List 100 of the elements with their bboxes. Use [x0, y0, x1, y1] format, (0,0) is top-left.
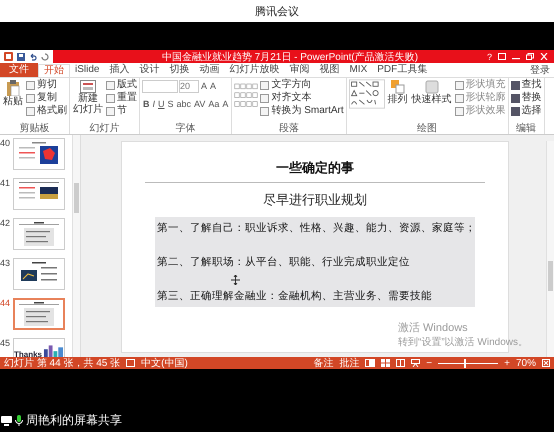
zoom-out-button[interactable]: − — [426, 358, 432, 368]
ribbon-button[interactable]: 格式刷 — [26, 105, 67, 117]
slide-thumbnail[interactable] — [13, 298, 65, 330]
ribbon-tab[interactable]: MIX — [344, 63, 372, 77]
ribbon-display-icon[interactable] — [498, 53, 506, 60]
slide-number: 40 — [0, 138, 12, 148]
ribbon-tab[interactable]: 审阅 — [284, 63, 314, 77]
ribbon-button[interactable]: 转换为 SmartArt — [260, 105, 344, 117]
ribbon-button[interactable]: 查找 — [510, 79, 542, 91]
slide-thumbnail[interactable] — [13, 218, 65, 250]
slide-counter: 幻灯片 第 44 张，共 45 张 — [4, 357, 120, 370]
zoom-level[interactable]: 70% — [516, 358, 536, 368]
slide-number: 41 — [0, 178, 12, 188]
ribbon-button[interactable]: 节 — [106, 105, 137, 117]
font-style-button[interactable]: AV — [193, 98, 206, 110]
notes-button[interactable]: 备注 — [313, 356, 334, 370]
group-label: 剪贴板 — [18, 123, 50, 134]
font-size-field[interactable]: 20 — [179, 80, 199, 92]
save-icon[interactable] — [17, 52, 25, 60]
ribbon-button[interactable]: 对齐文本 — [260, 92, 344, 104]
paste-button[interactable]: 粘贴 — [2, 79, 24, 108]
reading-view-icon[interactable] — [396, 359, 406, 367]
comments-button[interactable]: 批注 — [339, 356, 360, 370]
font-style-button[interactable]: A — [221, 98, 230, 110]
restore-icon[interactable] — [526, 53, 534, 60]
group-label: 绘图 — [416, 123, 438, 134]
slide-number: 43 — [0, 258, 12, 268]
ribbon-button[interactable]: 形状轮廓 — [454, 92, 506, 104]
font-style-button[interactable]: Aa — [207, 98, 220, 110]
text-slide-drawing — [16, 301, 62, 327]
slideshow-icon[interactable] — [411, 359, 420, 367]
activation-hint: 转到“设置”以激活 Windows。 — [398, 336, 528, 349]
shapes-gallery-icon[interactable] — [348, 79, 385, 109]
slide-thumbnail[interactable] — [13, 138, 65, 170]
login-link[interactable]: 登录 — [530, 63, 554, 77]
group-label: 字体 — [174, 123, 197, 134]
undo-icon[interactable] — [29, 52, 37, 60]
ribbon-button[interactable]: 剪切 — [26, 79, 67, 91]
window-title: 腾讯会议 — [255, 4, 299, 18]
ribbon-tab[interactable]: 动画 — [194, 63, 224, 77]
ribbon-button[interactable]: 复制 — [26, 92, 67, 104]
ribbon-button[interactable]: 选择 — [510, 105, 542, 117]
font-size-button[interactable]: A — [209, 80, 218, 92]
ribbon-button[interactable]: 替换 — [510, 92, 542, 104]
scrollbar[interactable] — [546, 141, 554, 357]
language-label[interactable]: 中文(中国) — [141, 356, 188, 370]
document-title: 中国金融业就业趋势 7月21日 - PowerPoint(产品激活失败) — [160, 50, 418, 64]
ribbon-button[interactable]: 形状效果 — [454, 105, 506, 117]
quick-styles-button[interactable]: 快速样式 — [410, 79, 453, 106]
arrange-icon — [390, 80, 405, 94]
file-tab[interactable]: 文件 — [0, 63, 38, 77]
microphone-icon — [15, 415, 23, 426]
bullet-text: 第三、正确理解金融业：金融机构、主营业务、需要技能 — [157, 289, 433, 303]
ribbon-tab[interactable]: 开始 — [38, 64, 70, 76]
font-style-button[interactable]: U — [157, 98, 166, 110]
ribbon-tab[interactable]: 幻灯片放映 — [224, 63, 284, 77]
ribbon-button[interactable]: 版式 — [106, 79, 137, 91]
group-label: 段落 — [278, 123, 300, 134]
close-icon[interactable] — [540, 53, 548, 60]
help-button[interactable]: ? — [486, 52, 492, 62]
ribbon-tab[interactable]: 切换 — [164, 63, 194, 77]
bullet-text: 第二、了解职场：从平台、职能、行业完成职业定位 — [157, 255, 411, 269]
ribbon-tab[interactable]: 设计 — [134, 63, 164, 77]
slide-thumbnail[interactable] — [13, 258, 65, 290]
activation-title: 激活 Windows — [398, 321, 469, 335]
thanks-text: Thanks — [14, 350, 42, 357]
ribbon-tab[interactable]: PDF工具集 — [372, 63, 432, 77]
styles-icon — [424, 80, 439, 94]
zoom-in-button[interactable]: + — [504, 358, 510, 368]
slide-thumbnail[interactable] — [13, 178, 65, 210]
font-style-button[interactable]: B — [142, 98, 150, 110]
ribbon-tab[interactable]: 插入 — [104, 63, 134, 77]
slide-thumbnail[interactable]: Thanks — [13, 338, 65, 357]
grid-view-icon[interactable] — [381, 359, 390, 367]
slide-icon — [80, 80, 96, 93]
ribbon-tab[interactable]: 视图 — [314, 63, 344, 77]
slide-title: 一些确定的事 — [276, 159, 354, 177]
new-slide-button[interactable]: 新建 幻灯片 — [72, 79, 104, 116]
ribbon-button[interactable]: 形状填充 — [454, 79, 506, 91]
bullet-text: 第一、了解自己：职业诉求、性格、兴趣、能力、资源、家庭等； — [157, 221, 473, 235]
font-name-field[interactable] — [142, 80, 178, 92]
group-label: 编辑 — [515, 123, 538, 134]
screen-share-icon — [1, 416, 12, 426]
redo-icon[interactable] — [41, 52, 49, 60]
font-style-button[interactable]: abc — [176, 98, 192, 110]
font-style-button[interactable]: I — [152, 98, 156, 110]
normal-view-icon[interactable] — [365, 359, 376, 367]
text-slide-drawing — [16, 221, 62, 247]
font-size-button[interactable]: A — [200, 80, 208, 92]
ribbon-tab[interactable]: iSlide — [70, 63, 104, 77]
scrollbar[interactable] — [72, 135, 80, 357]
font-style-button[interactable]: S — [166, 98, 175, 110]
group-label: 幻灯片 — [88, 123, 120, 134]
screen-share-label: 周艳利的屏幕共享 — [26, 412, 122, 429]
arrange-button[interactable]: 排列 — [386, 79, 409, 106]
ribbon-button[interactable]: 文字方向 — [260, 79, 344, 91]
ribbon-button[interactable]: 重置 — [106, 92, 137, 104]
clipboard-icon — [6, 80, 20, 96]
fit-window-icon[interactable] — [542, 359, 550, 367]
slide-number: 45 — [0, 338, 12, 348]
